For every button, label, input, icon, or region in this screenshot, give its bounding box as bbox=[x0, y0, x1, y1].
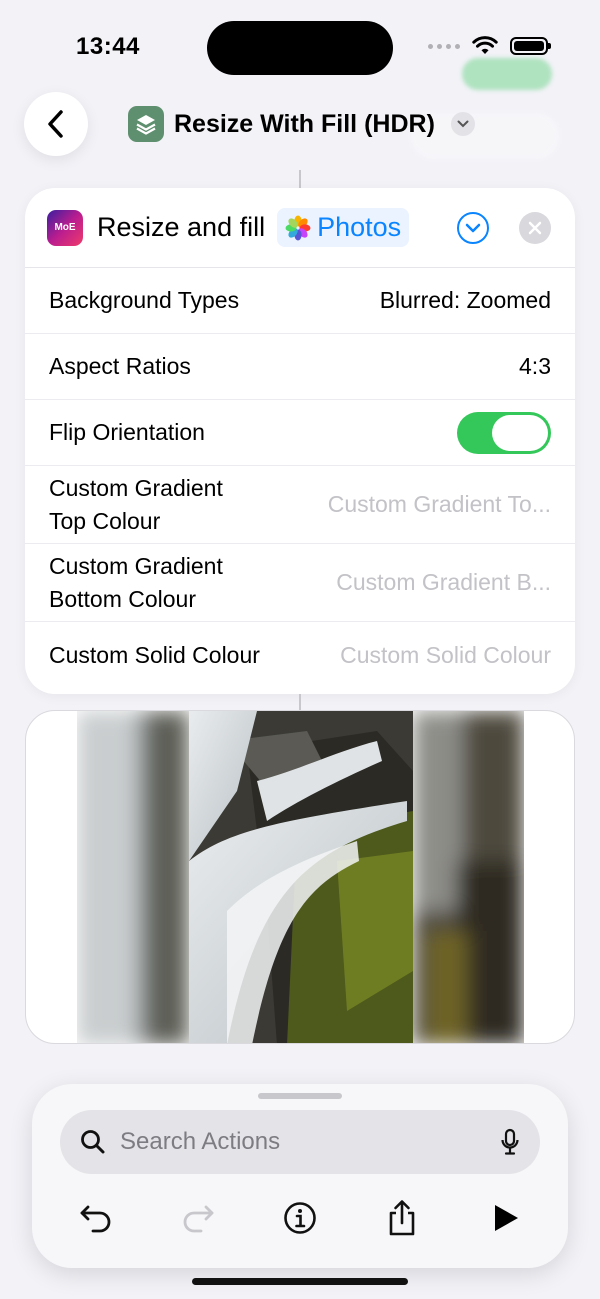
remove-action-button[interactable] bbox=[519, 212, 551, 244]
app-icon: MoE bbox=[47, 209, 83, 246]
home-indicator bbox=[192, 1278, 408, 1285]
wifi-icon bbox=[472, 36, 498, 54]
redo-icon bbox=[183, 1205, 214, 1233]
chevron-down-icon bbox=[450, 112, 475, 136]
waterfall-preview-image bbox=[77, 711, 524, 1043]
search-actions-field[interactable]: Search Actions bbox=[60, 1110, 540, 1174]
undo-icon bbox=[80, 1205, 111, 1233]
result-preview[interactable] bbox=[25, 710, 575, 1044]
status-time: 13:44 bbox=[76, 33, 140, 60]
param-row-solid-colour[interactable]: Custom Solid Colour Custom Solid Colour bbox=[25, 622, 575, 688]
search-placeholder: Search Actions bbox=[120, 1128, 281, 1155]
param-placeholder[interactable]: Custom Gradient To... bbox=[328, 491, 551, 518]
status-icons bbox=[428, 36, 551, 56]
flow-connector bbox=[299, 170, 301, 190]
microphone-icon[interactable] bbox=[500, 1128, 520, 1156]
chevron-down-icon bbox=[465, 223, 481, 233]
action-header: MoE Resize and fill Photos bbox=[25, 188, 575, 268]
param-label: Custom Solid Colour bbox=[49, 641, 260, 668]
expand-button[interactable] bbox=[457, 212, 489, 244]
action-title: Resize and fill bbox=[97, 212, 266, 242]
editor-toolbar bbox=[32, 1192, 568, 1242]
info-icon bbox=[284, 1202, 316, 1234]
param-row-background-types[interactable]: Background Types Blurred: Zoomed bbox=[25, 268, 575, 334]
redo-button[interactable] bbox=[176, 1196, 220, 1240]
flip-orientation-toggle[interactable] bbox=[457, 411, 551, 454]
search-icon bbox=[81, 1130, 105, 1154]
param-value[interactable]: Blurred: Zoomed bbox=[380, 287, 551, 314]
param-placeholder[interactable]: Custom Solid Colour bbox=[340, 642, 551, 669]
photos-flower-icon bbox=[285, 215, 311, 240]
shortcut-title-menu[interactable]: Resize With Fill (HDR) bbox=[128, 106, 475, 142]
action-card: MoE Resize and fill Photos Background Ty… bbox=[25, 188, 575, 694]
chevron-left-icon bbox=[48, 110, 63, 138]
share-icon bbox=[389, 1200, 415, 1236]
param-label: Flip Orientation bbox=[49, 419, 205, 445]
param-row-gradient-top[interactable]: Custom Gradient Top Colour Custom Gradie… bbox=[25, 466, 575, 544]
param-label: Background Types bbox=[49, 287, 240, 313]
back-button[interactable] bbox=[24, 92, 88, 156]
param-label: Aspect Ratios bbox=[49, 353, 191, 379]
photos-variable-token[interactable]: Photos bbox=[277, 208, 410, 247]
param-row-gradient-bottom[interactable]: Custom Gradient Bottom Colour Custom Gra… bbox=[25, 544, 575, 622]
param-row-aspect-ratios[interactable]: Aspect Ratios 4:3 bbox=[25, 334, 575, 400]
close-icon bbox=[528, 221, 542, 235]
cellular-icon bbox=[428, 43, 460, 49]
undo-button[interactable] bbox=[74, 1196, 118, 1240]
param-label: Custom Gradient Top Colour bbox=[49, 474, 223, 534]
shortcut-title: Resize With Fill (HDR) bbox=[174, 109, 435, 138]
dynamic-island bbox=[207, 21, 393, 75]
run-button[interactable] bbox=[484, 1196, 528, 1240]
share-button[interactable] bbox=[380, 1196, 424, 1240]
param-placeholder[interactable]: Custom Gradient B... bbox=[336, 569, 551, 596]
param-row-flip-orientation: Flip Orientation bbox=[25, 400, 575, 466]
actions-sheet: Search Actions bbox=[32, 1084, 568, 1268]
battery-icon bbox=[510, 37, 551, 55]
flow-connector bbox=[299, 694, 301, 710]
photos-token-label: Photos bbox=[317, 212, 402, 242]
param-label: Custom Gradient Bottom Colour bbox=[49, 552, 223, 612]
layers-icon bbox=[128, 106, 164, 142]
info-button[interactable] bbox=[278, 1196, 322, 1240]
sheet-grabber[interactable] bbox=[258, 1093, 342, 1099]
play-icon bbox=[495, 1205, 518, 1231]
param-value[interactable]: 4:3 bbox=[519, 353, 551, 380]
